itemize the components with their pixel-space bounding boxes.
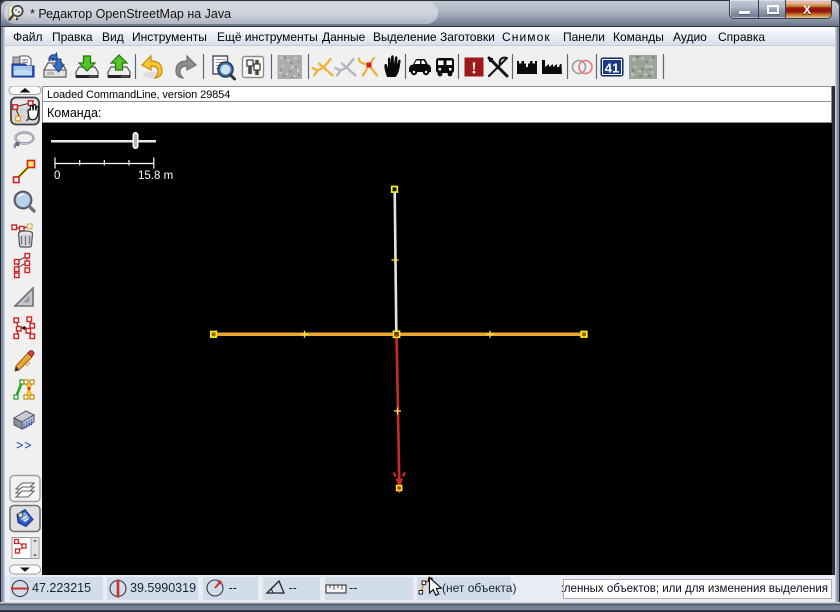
svg-text:>>: >> (16, 439, 33, 453)
svg-text:15.8 m: 15.8 m (138, 170, 173, 182)
svg-text:0: 0 (54, 170, 60, 182)
svg-text:!: ! (471, 59, 477, 78)
svg-text:41: 41 (605, 61, 619, 76)
